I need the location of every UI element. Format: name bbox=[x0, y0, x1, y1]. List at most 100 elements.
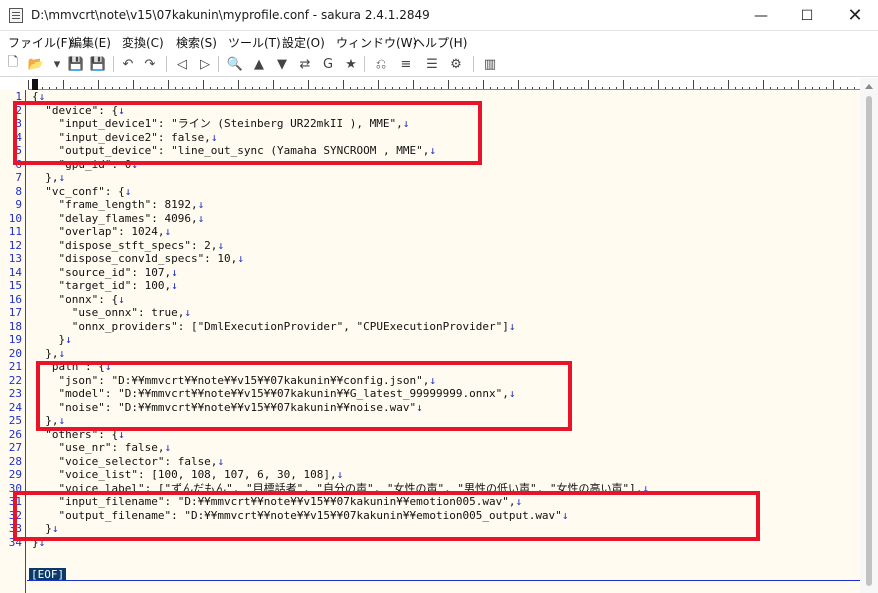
new-file-icon[interactable]: 🗋 bbox=[4, 55, 22, 73]
code-text: "overlap": 1024, bbox=[32, 225, 165, 238]
line-number-gutter: 1 2 3 4 5 6 7 8 9 10 11 12 13 14 15 16 17 18 19 20 21 22 23 24 2… bbox=[0, 90, 26, 593]
save-icon[interactable]: 💾 bbox=[67, 55, 85, 73]
code-line: "noise": "D:¥¥mmvcrt¥¥note¥¥v15¥¥07kakun… bbox=[32, 400, 423, 415]
menu-item-4[interactable]: 検索(S) bbox=[176, 34, 217, 51]
line-break-icon: ↓ bbox=[508, 387, 516, 400]
line-number: 26 bbox=[8, 427, 22, 441]
code-line: },↓ bbox=[32, 171, 65, 185]
toolbar-separator bbox=[473, 56, 474, 72]
code-text: "onnx_providers": ["DmlExecutionProvider… bbox=[32, 319, 509, 333]
code-text: "path": { bbox=[32, 360, 105, 373]
split-view-icon[interactable]: ▥ bbox=[481, 55, 499, 73]
find-icon[interactable]: 🔍 bbox=[226, 55, 244, 73]
jump-back-icon[interactable]: ◁ bbox=[173, 55, 191, 73]
code-line: "voice_selector": false,↓ bbox=[32, 455, 224, 469]
code-line: "path": {↓ bbox=[32, 360, 111, 374]
code-text: "vc_conf": { bbox=[32, 184, 125, 198]
replace-icon[interactable]: ⇄ bbox=[296, 55, 314, 73]
code-text: } bbox=[32, 535, 39, 549]
code-line: "vc_conf": {↓ bbox=[32, 185, 131, 199]
menu-item-1[interactable]: ファイル(F) bbox=[8, 34, 72, 51]
settings-icon[interactable]: ⚙ bbox=[447, 55, 465, 73]
grep-icon[interactable]: G bbox=[319, 55, 337, 73]
code-text: "voice_list": [100, 108, 107, 6, 30, 108… bbox=[32, 468, 337, 481]
scrollbar-thumb[interactable] bbox=[866, 96, 872, 586]
find-prev-icon[interactable]: ▲ bbox=[250, 55, 268, 73]
code-text: "voice_label": ["ずんだもん", "目標話者", "自分の声",… bbox=[32, 481, 643, 495]
open-file-icon[interactable]: 📂 bbox=[27, 55, 45, 73]
toolbar-separator bbox=[113, 56, 114, 72]
line-break-icon: ↓ bbox=[210, 130, 218, 144]
code-text: "delay_flames": 4096, bbox=[32, 211, 198, 225]
line-number: 15 bbox=[8, 279, 22, 292]
line-number: 10 bbox=[8, 211, 22, 225]
line-number: 14 bbox=[8, 265, 22, 279]
save-all-icon[interactable]: 💾 bbox=[89, 55, 107, 73]
line-number: 20 bbox=[8, 346, 22, 360]
undo-icon[interactable]: ↶ bbox=[119, 55, 137, 73]
code-text: "source_id": 107, bbox=[32, 265, 172, 279]
menu-item-8[interactable]: ヘルプ(H) bbox=[413, 34, 467, 51]
code-text: "dispose_stft_specs": 2, bbox=[32, 238, 218, 252]
line-break-icon: ↓ bbox=[171, 265, 178, 279]
dropdown-icon[interactable]: ▾ bbox=[48, 55, 66, 73]
toolbar-separator bbox=[166, 56, 167, 72]
bookmark-icon[interactable]: ★ bbox=[342, 55, 360, 73]
window-title: D:\mmvcrt\note\v15\07kakunin\myprofile.c… bbox=[31, 8, 430, 22]
line-break-icon: ↓ bbox=[197, 198, 205, 211]
jump-forward-icon[interactable]: ▷ bbox=[196, 55, 214, 73]
code-text: "onnx": { bbox=[32, 292, 119, 306]
code-line: "target_id": 100,↓ bbox=[32, 279, 177, 293]
close-button[interactable]: ✕ bbox=[832, 0, 878, 31]
line-number: 13 bbox=[8, 252, 22, 265]
line-number: 18 bbox=[8, 319, 22, 333]
maximize-button[interactable]: ☐ bbox=[784, 0, 830, 31]
code-line: "device": {↓ bbox=[32, 103, 124, 118]
redo-icon[interactable]: ↷ bbox=[141, 55, 159, 73]
code-text: "output_filename": "D:¥¥mmvcrt¥¥note¥¥v1… bbox=[32, 508, 562, 522]
menu-item-7[interactable]: ウィンドウ(W) bbox=[336, 34, 417, 51]
code-text: "device": { bbox=[32, 103, 119, 117]
code-text: "noise": "D:¥¥mmvcrt¥¥note¥¥v15¥¥07kakun… bbox=[32, 400, 417, 414]
line-number: 27 bbox=[8, 441, 22, 454]
code-text: }, bbox=[32, 346, 59, 360]
outline-icon[interactable]: ≡ bbox=[397, 55, 415, 73]
minimize-button[interactable]: — bbox=[738, 0, 784, 31]
vertical-scrollbar[interactable] bbox=[860, 78, 878, 593]
code-text: } bbox=[32, 522, 52, 535]
code-line: "frame_length": 8192,↓ bbox=[32, 198, 204, 212]
notepad-app-icon bbox=[9, 8, 23, 23]
code-line: "use_nr": false,↓ bbox=[32, 441, 171, 455]
code-line: "voice_list": [100, 108, 107, 6, 30, 108… bbox=[32, 468, 343, 482]
line-break-icon: ↓ bbox=[184, 306, 191, 319]
compare-icon[interactable]: ⎌ bbox=[372, 55, 390, 73]
code-text: "model": "D:¥¥mmvcrt¥¥note¥¥v15¥¥07kakun… bbox=[32, 387, 509, 400]
function-list-icon[interactable]: ☰ bbox=[423, 55, 441, 73]
line-break-icon: ↓ bbox=[217, 454, 225, 468]
line-break-icon: ↓ bbox=[416, 400, 423, 414]
title-bar: D:\mmvcrt\note\v15\07kakunin\myprofile.c… bbox=[0, 0, 878, 31]
find-next-icon[interactable]: ▼ bbox=[273, 55, 291, 73]
code-line: "input_filename": "D:¥¥mmvcrt¥¥note¥¥v15… bbox=[32, 495, 522, 509]
line-break-icon: ↓ bbox=[237, 252, 244, 265]
menu-item-2[interactable]: 編集(E) bbox=[70, 34, 111, 51]
code-line: }↓ bbox=[32, 522, 58, 536]
menu-item-5[interactable]: ツール(T) bbox=[228, 34, 281, 51]
line-break-icon: ↓ bbox=[429, 373, 436, 387]
line-number: 6 bbox=[15, 157, 22, 171]
text-editor[interactable]: 1 2 3 4 5 6 7 8 9 10 11 12 13 14 15 16 17 18 19 20 21 22 23 24 2… bbox=[0, 90, 860, 593]
line-number: 31 bbox=[8, 495, 22, 508]
code-text: "gpu_id": 0 bbox=[32, 157, 132, 171]
code-text: "input_filename": "D:¥¥mmvcrt¥¥note¥¥v15… bbox=[32, 495, 516, 508]
code-text: "dispose_conv1d_specs": 10, bbox=[32, 252, 238, 265]
scroll-up-arrow-icon[interactable] bbox=[865, 84, 873, 89]
menu-item-6[interactable]: 設定(O) bbox=[282, 34, 325, 51]
line-break-icon: ↓ bbox=[124, 184, 132, 198]
menu-item-3[interactable]: 変換(C) bbox=[122, 34, 164, 51]
code-line: }↓ bbox=[32, 333, 71, 347]
line-number: 8 bbox=[15, 184, 22, 198]
code-text: "output_device": "line_out_sync (Yamaha … bbox=[32, 144, 430, 157]
code-text: }, bbox=[32, 171, 59, 184]
code-line: "onnx_providers": ["DmlExecutionProvider… bbox=[32, 319, 516, 334]
toolbar-separator bbox=[218, 56, 219, 72]
